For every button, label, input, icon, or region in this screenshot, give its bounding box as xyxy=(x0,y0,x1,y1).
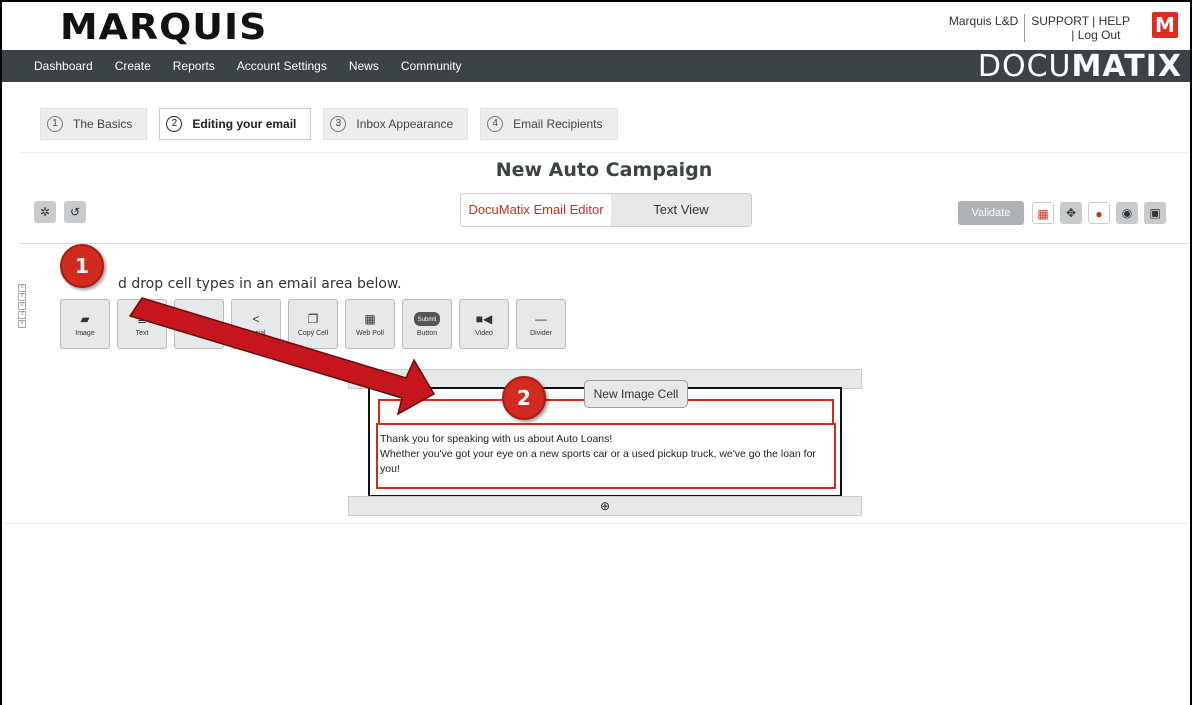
grip-box: × xyxy=(18,302,26,310)
step-inbox-appearance[interactable]: 3 Inbox Appearance xyxy=(323,108,469,140)
nav-dashboard[interactable]: Dashboard xyxy=(34,59,93,73)
support-help-logout: SUPPORT | HELP | Log Out xyxy=(1031,14,1130,42)
text-icon: ≣ xyxy=(136,311,148,326)
cell-type-divider[interactable]: — Divider xyxy=(516,299,566,349)
step-label: Email Recipients xyxy=(513,117,603,131)
nav-news[interactable]: News xyxy=(349,59,379,73)
cell-type-label: Copy Cell xyxy=(297,329,329,337)
share-icon: < xyxy=(252,311,260,326)
image-icon: ▰ xyxy=(80,311,90,326)
preview-eye-icon[interactable]: ◉ xyxy=(1116,202,1138,224)
cell-type-web-poll[interactable]: ▦ Web Poll xyxy=(345,299,395,349)
step-label: Inbox Appearance xyxy=(356,117,454,131)
callout-2: 2 xyxy=(502,376,546,420)
main-nav: Dashboard Create Reports Account Setting… xyxy=(2,50,1190,84)
email-text-line-2: Whether you've got your eye on a new spo… xyxy=(380,448,816,475)
cell-type-image[interactable]: ▰ Image xyxy=(60,299,110,349)
cell-type-copy-cell[interactable]: ❐ Copy Cell xyxy=(288,299,338,349)
wizard-steps: 1 The Basics 2 Editing your email 3 Inbo… xyxy=(40,108,630,140)
brand-bold: MATIX xyxy=(1071,49,1182,84)
settings-gear-icon[interactable]: ✲ xyxy=(34,201,56,223)
logout-link[interactable]: Log Out xyxy=(1078,28,1121,42)
nav-account-settings[interactable]: Account Settings xyxy=(237,59,327,73)
drag-drop-hint: d drop cell types in an email area below… xyxy=(118,276,402,292)
text-view-tab[interactable]: Text View xyxy=(611,194,751,226)
grid-layout-icon[interactable]: ▦ xyxy=(1032,202,1054,224)
step-label: Editing your email xyxy=(192,117,297,131)
cell-type-label: Social xyxy=(246,329,266,337)
step-number: 1 xyxy=(47,116,63,132)
step-editing-your-email[interactable]: 2 Editing your email xyxy=(159,108,312,140)
marquis-logo[interactable]: MARQUIS xyxy=(60,8,267,48)
cell-type-video[interactable]: ■◀ Video xyxy=(459,299,509,349)
cell-type-label: Divider xyxy=(530,329,552,337)
text-image-icon: ≣▰ xyxy=(189,315,209,329)
step-email-recipients[interactable]: 4 Email Recipients xyxy=(480,108,618,140)
nav-create[interactable]: Create xyxy=(115,59,151,73)
user-name: Marquis L&D xyxy=(949,14,1026,42)
callout-1: 1 xyxy=(60,244,104,288)
cell-type-label: Button xyxy=(416,329,438,337)
editor-mode-toggle: DocuMatix Email Editor Text View xyxy=(460,193,752,227)
save-icon[interactable]: ▣ xyxy=(1144,202,1166,224)
cell-type-label: Image xyxy=(75,329,95,337)
email-area-bottom-handle[interactable]: ⊕ xyxy=(348,496,862,516)
grip-box: × xyxy=(18,320,26,328)
step-number: 4 xyxy=(487,116,504,132)
crosshair-move-icon[interactable]: ⊕ xyxy=(600,499,610,513)
separator: | xyxy=(1092,14,1096,28)
step-the-basics[interactable]: 1 The Basics xyxy=(40,108,148,140)
cell-type-button[interactable]: Submit Button xyxy=(402,299,452,349)
history-icon[interactable]: ↺ xyxy=(64,201,86,223)
grip-box: × xyxy=(18,311,26,319)
submit-pill-icon: Submit xyxy=(413,311,441,326)
brand-light: DOCU xyxy=(977,49,1072,84)
campaign-title: New Auto Campaign xyxy=(495,159,713,181)
documatix-brand: DOCUMATIX xyxy=(978,50,1182,84)
step-number: 2 xyxy=(166,116,183,132)
help-link[interactable]: HELP xyxy=(1099,14,1130,28)
separator: | xyxy=(1071,28,1075,42)
email-text-line-1: Thank you for speaking with us about Aut… xyxy=(380,433,613,445)
side-grip-icon[interactable]: × × × × × xyxy=(18,284,28,329)
validate-button[interactable]: Validate xyxy=(958,201,1024,225)
marquis-m-icon: M xyxy=(1152,12,1178,38)
grip-box: × xyxy=(18,293,26,301)
step-number: 3 xyxy=(330,116,347,132)
documatix-email-editor-tab[interactable]: DocuMatix Email Editor xyxy=(461,194,611,226)
cell-type-text[interactable]: ≣ Text xyxy=(117,299,167,349)
cell-type-text-image[interactable]: ≣▰ xyxy=(174,299,224,349)
editor-header-panel: New Auto Campaign ✲ ↺ DocuMatix Email Ed… xyxy=(20,152,1188,244)
copy-icon: ❐ xyxy=(307,311,319,326)
screenshot-frame: MARQUIS Marquis L&D SUPPORT | HELP | Log… xyxy=(0,0,1192,705)
cell-type-palette: ▰ Image ≣ Text ≣▰ < Social ❐ Copy Cell ▦… xyxy=(60,299,573,349)
support-link[interactable]: SUPPORT xyxy=(1031,14,1089,28)
grip-box: × xyxy=(18,284,26,292)
cell-type-label: Video xyxy=(475,329,493,337)
nav-community[interactable]: Community xyxy=(401,59,462,73)
move-arrows-icon[interactable]: ✥ xyxy=(1060,202,1082,224)
top-header: MARQUIS Marquis L&D SUPPORT | HELP | Log… xyxy=(2,2,1190,50)
divider-line-icon: — xyxy=(535,311,547,326)
new-image-cell-tooltip: New Image Cell xyxy=(584,380,688,408)
account-links: Marquis L&D SUPPORT | HELP | Log Out xyxy=(949,14,1130,42)
cell-type-label: Text xyxy=(135,329,149,337)
video-camera-icon: ■◀ xyxy=(475,311,493,326)
cell-type-social[interactable]: < Social xyxy=(231,299,281,349)
page-divider xyxy=(2,523,1190,524)
nav-reports[interactable]: Reports xyxy=(173,59,215,73)
text-cell[interactable]: Thank you for speaking with us about Aut… xyxy=(376,423,836,489)
timer-icon[interactable]: ● xyxy=(1088,202,1110,224)
poll-chart-icon: ▦ xyxy=(364,311,376,326)
cell-type-label: Web Poll xyxy=(356,329,384,337)
step-label: The Basics xyxy=(73,117,133,131)
